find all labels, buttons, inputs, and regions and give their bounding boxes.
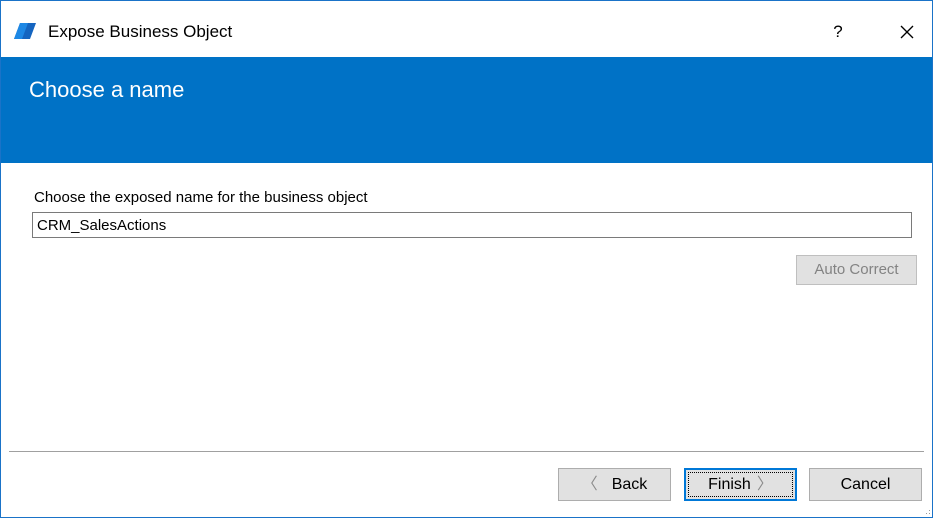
page-title: Choose a name xyxy=(29,77,185,102)
name-field-label: Choose the exposed name for the business… xyxy=(34,189,368,206)
close-button[interactable] xyxy=(887,15,927,49)
window-title: Expose Business Object xyxy=(48,22,233,41)
footer-divider xyxy=(9,451,924,452)
chevron-left-icon: 〈 xyxy=(581,476,598,493)
expose-business-object-dialog: Expose Business Object ? Choose a name C… xyxy=(0,0,933,518)
finish-button[interactable]: Finish 〉 xyxy=(684,468,797,501)
back-button[interactable]: 〈 Back xyxy=(558,468,671,501)
header-banner: Choose a name xyxy=(1,57,932,163)
title-bar: Expose Business Object ? xyxy=(1,1,932,57)
auto-correct-button[interactable]: Auto Correct xyxy=(796,255,917,285)
focus-rectangle xyxy=(688,472,793,497)
resize-grip-icon[interactable] xyxy=(925,509,931,515)
close-icon xyxy=(900,25,914,39)
help-button[interactable]: ? xyxy=(823,17,853,47)
exposed-name-input[interactable] xyxy=(32,212,912,238)
back-button-label: Back xyxy=(611,476,648,493)
cancel-button[interactable]: Cancel xyxy=(809,468,922,501)
app-logo-icon xyxy=(14,23,36,39)
